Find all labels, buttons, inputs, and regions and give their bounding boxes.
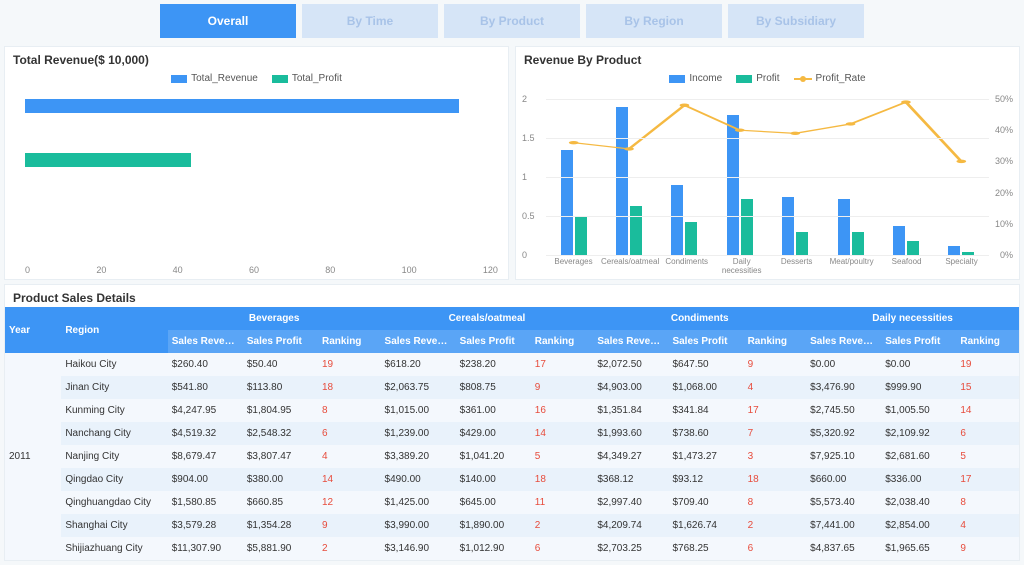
total-revenue-panel: Total Revenue($ 10,000) Total_Revenue To… <box>4 46 509 280</box>
th-daily: Daily necessities <box>806 307 1019 330</box>
table-row: Kunming City$4,247.95$1,804.958$1,015.00… <box>5 399 1019 422</box>
th-year: Year <box>5 307 61 353</box>
table-row: Qingdao City$904.00$380.0014$490.00$140.… <box>5 468 1019 491</box>
th-beverages: Beverages <box>168 307 381 330</box>
revenue-by-product-panel: Revenue By Product Income Profit Profit_… <box>515 46 1020 280</box>
revenue-by-product-legend: Income Profit Profit_Rate <box>516 69 1019 90</box>
table-row: Qinghuangdao City$1,580.85$660.8512$1,42… <box>5 491 1019 514</box>
tab-by-product[interactable]: By Product <box>444 4 580 38</box>
th-condiments: Condiments <box>593 307 806 330</box>
table-row: Shanghai City$3,579.28$1,354.289$3,990.0… <box>5 514 1019 537</box>
total-revenue-xaxis: 020406080100120 <box>25 265 498 275</box>
table-row: Jinan City$541.80$113.8018$2,063.75$808.… <box>5 376 1019 399</box>
th-cereals: Cereals/oatmeal <box>381 307 594 330</box>
total-revenue-chart <box>25 99 498 255</box>
tab-bar: Overall By Time By Product By Region By … <box>0 0 1024 42</box>
revenue-by-product-xaxis: BeveragesCereals/oatmealCondimentsDaily … <box>546 257 989 275</box>
legend-total-revenue: Total_Revenue <box>191 73 258 84</box>
legend-income: Income <box>689 73 722 84</box>
tab-by-time[interactable]: By Time <box>302 4 438 38</box>
table-row: Nanjing City$8,679.47$3,807.474$3,389.20… <box>5 445 1019 468</box>
table-row: Shijiazhuang City$11,307.90$5,881.902$3,… <box>5 537 1019 560</box>
table-row: 2011Haikou City$260.40$50.4019$618.20$23… <box>5 353 1019 376</box>
tab-by-region[interactable]: By Region <box>586 4 722 38</box>
product-sales-table: Year Region Beverages Cereals/oatmeal Co… <box>5 307 1019 560</box>
revenue-by-product-title: Revenue By Product <box>516 47 1019 69</box>
legend-profit: Profit <box>756 73 779 84</box>
legend-total-profit: Total_Profit <box>292 73 342 84</box>
total-revenue-title: Total Revenue($ 10,000) <box>5 47 508 69</box>
legend-profit-rate: Profit_Rate <box>816 73 866 84</box>
table-row: Nanchang City$4,519.32$2,548.326$1,239.0… <box>5 422 1019 445</box>
tab-by-subsidiary[interactable]: By Subsidiary <box>728 4 864 38</box>
product-sales-details-panel: Product Sales Details Year Region Bevera… <box>4 284 1020 561</box>
revenue-by-product-chart <box>546 99 989 255</box>
tab-overall[interactable]: Overall <box>160 4 296 38</box>
total-revenue-legend: Total_Revenue Total_Profit <box>5 69 508 90</box>
th-region: Region <box>61 307 167 353</box>
product-sales-details-title: Product Sales Details <box>5 285 1019 307</box>
